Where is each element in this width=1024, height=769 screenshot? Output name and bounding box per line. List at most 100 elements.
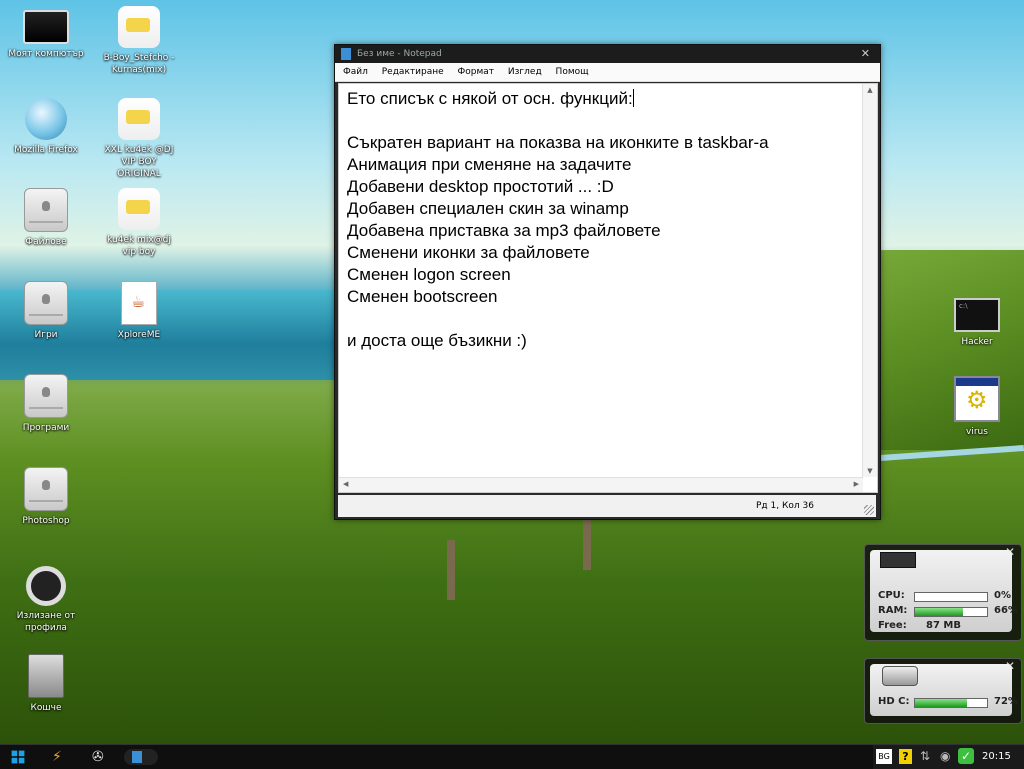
media-player-icon[interactable]: ✇	[92, 749, 108, 765]
desktop-icon-programs[interactable]: Програми	[6, 374, 86, 434]
scroll-down-icon[interactable]: ▼	[863, 467, 877, 475]
desktop-icon-label: Кошче	[30, 703, 62, 713]
taskbar: ⚡ ✇ BG ? ⇅ ◉ ✓ 20:15	[0, 744, 1024, 769]
desktop-icon-label: XploreME	[117, 330, 161, 340]
help-icon[interactable]: ?	[899, 749, 912, 764]
power-icon	[26, 566, 66, 606]
desktop-icon-music-file[interactable]: XXL ku4ek @DJ VIP BOY ORIGINAL	[99, 98, 179, 180]
java-file-icon	[121, 281, 157, 325]
desktop-icon-games[interactable]: Игри	[6, 281, 86, 341]
text-editor-area[interactable]: Ето списък с някой от осн. функций: Съкр…	[338, 83, 878, 493]
hard-drive-icon	[882, 666, 918, 686]
scroll-left-icon[interactable]: ◀	[343, 480, 348, 488]
music-file-icon	[118, 98, 160, 140]
desktop-icon-label: B-Boy_Stefcho - Kurnas(mix)	[103, 53, 175, 75]
notepad-icon	[132, 751, 142, 763]
desktop-icon-logoff[interactable]: Излизане от профила	[6, 566, 86, 634]
text-line: Съкратен вариант на показва на иконките …	[347, 133, 769, 152]
window-title: Без име - Notepad	[357, 49, 442, 59]
drive-icon	[24, 188, 68, 232]
scroll-up-icon[interactable]: ▲	[863, 86, 877, 94]
ram-bar	[914, 607, 988, 617]
desktop: Моят компютър Mozilla Firefox Файлове Иг…	[0, 0, 1024, 744]
notepad-window[interactable]: Без име - Notepad ✕ Файл Редактиране Фор…	[334, 44, 881, 520]
security-check-icon[interactable]: ✓	[958, 748, 974, 764]
wallpaper-post	[447, 540, 455, 600]
free-memory-value: 87 MB	[926, 620, 961, 631]
text-line: и доста още бъзикни :)	[347, 331, 527, 350]
status-bar: Рд 1, Кол 36	[338, 495, 876, 517]
taskbar-notepad-button[interactable]	[124, 749, 158, 765]
menu-format[interactable]: Формат	[458, 67, 495, 77]
desktop-icon-label: virus	[966, 427, 988, 437]
text-caret	[632, 89, 634, 107]
music-file-icon	[118, 6, 160, 48]
free-label: Free:	[878, 620, 907, 631]
cpu-label: CPU:	[878, 590, 905, 601]
drive-icon	[24, 374, 68, 418]
menu-file[interactable]: Файл	[343, 67, 368, 77]
desktop-icon-firefox[interactable]: Mozilla Firefox	[6, 98, 86, 156]
vertical-scrollbar[interactable]: ▲ ▼	[862, 84, 877, 477]
drive-icon	[24, 467, 68, 511]
desktop-icon-music-file[interactable]: ku4ek mix@dj vip boy	[99, 188, 179, 258]
text-line	[347, 308, 852, 330]
language-indicator[interactable]: BG	[876, 749, 892, 764]
cpu-percent: 0%	[994, 590, 1011, 601]
text-line: Сменени иконки за файловете	[347, 243, 590, 262]
text-line: Сменен logon screen	[347, 265, 511, 284]
desktop-icon-label: XXL ku4ek @DJ VIP BOY ORIGINAL	[104, 145, 174, 179]
desktop-icon-label: Игри	[34, 330, 58, 340]
horizontal-scrollbar[interactable]: ◀ ▶	[339, 477, 863, 492]
notepad-titlebar[interactable]: Без име - Notepad ✕	[335, 45, 880, 63]
desktop-icon-label: ku4ek mix@dj vip boy	[107, 235, 171, 257]
desktop-icon-photoshop[interactable]: Photoshop	[6, 467, 86, 527]
clock[interactable]: 20:15	[982, 745, 1011, 769]
winamp-icon[interactable]: ⚡	[52, 749, 68, 765]
text-line: Ето списък с някой от осн. функций:	[347, 89, 634, 108]
menu-help[interactable]: Помощ	[556, 67, 589, 77]
menu-bar: Файл Редактиране Формат Изглед Помощ	[335, 63, 880, 82]
notepad-icon	[341, 48, 351, 60]
start-button[interactable]	[11, 750, 25, 764]
text-line: Сменен bootscreen	[347, 287, 498, 306]
network-icon[interactable]: ⇅	[920, 749, 930, 763]
text-line: Добавени desktop простотий ... :D	[347, 177, 614, 196]
drive-bar	[914, 698, 988, 708]
desktop-icon-virus[interactable]: virus	[937, 376, 1017, 438]
application-icon	[954, 376, 1000, 422]
volume-icon[interactable]: ◉	[940, 749, 950, 763]
ram-bar-fill	[915, 608, 963, 616]
desktop-icon-recycle-bin[interactable]: Кошче	[6, 654, 86, 714]
desktop-icon-label: Mozilla Firefox	[14, 145, 78, 155]
menu-view[interactable]: Изглед	[508, 67, 542, 77]
scroll-right-icon[interactable]: ▶	[854, 480, 859, 488]
ram-percent: 66%	[994, 605, 1018, 616]
trash-icon	[28, 654, 64, 698]
desktop-icon-hacker[interactable]: Hacker	[937, 292, 1017, 348]
music-file-icon	[118, 188, 160, 230]
desktop-icon-music-file[interactable]: B-Boy_Stefcho - Kurnas(mix)	[99, 6, 179, 76]
drive-meter-panel: HD C: 72%	[870, 664, 1018, 716]
cpu-meter-panel: CPU: 0% RAM: 66% Free: 87 MB	[870, 550, 1018, 632]
cpu-meter-gadget[interactable]: ✕ CPU: 0% RAM: 66% Free: 87 MB	[864, 544, 1022, 641]
desktop-icon-label: Програми	[22, 423, 70, 433]
desktop-icon-my-computer[interactable]: Моят компютър	[6, 6, 86, 60]
text-line: Анимация при сменяне на задачите	[347, 155, 632, 174]
drive-bar-fill	[915, 699, 967, 707]
document-text[interactable]: Ето списък с някой от осн. функций: Съкр…	[347, 88, 852, 352]
firefox-icon	[25, 98, 67, 140]
wallpaper-post	[583, 520, 591, 570]
desktop-icon-xploreme[interactable]: XploreME	[99, 281, 179, 341]
resize-grip-icon[interactable]	[864, 505, 874, 515]
text-line	[347, 110, 852, 132]
chip-icon	[880, 552, 916, 568]
desktop-icon-label: Моят компютър	[8, 49, 84, 59]
menu-edit[interactable]: Редактиране	[382, 67, 444, 77]
desktop-icon-files[interactable]: Файлове	[6, 188, 86, 248]
text-line: Добавен специален скин за winamp	[347, 199, 629, 218]
drive-percent: 72%	[994, 696, 1018, 707]
drive-meter-gadget[interactable]: ✕ HD C: 72%	[864, 658, 1022, 724]
close-icon[interactable]: ✕	[861, 45, 870, 63]
cpu-bar	[914, 592, 988, 602]
